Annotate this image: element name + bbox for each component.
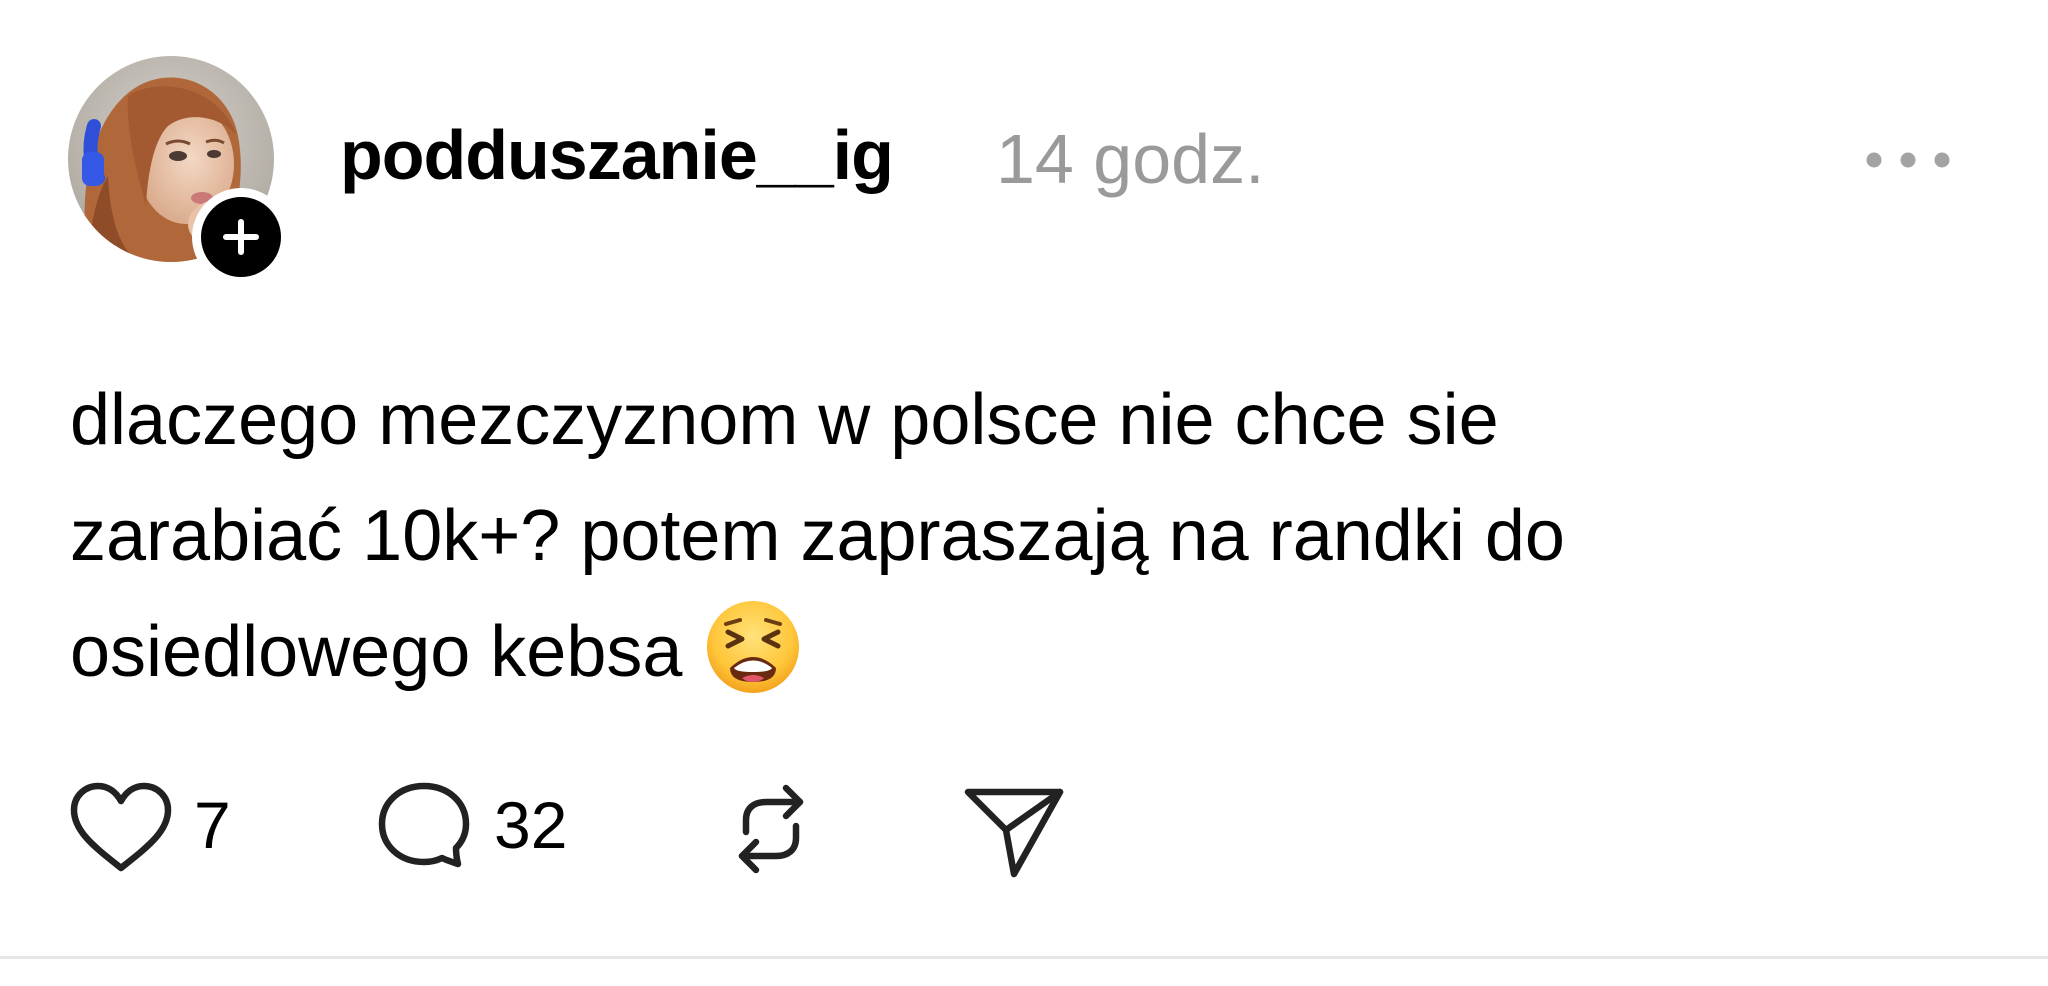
post-text-line-last: osiedlowego kebsa: [70, 594, 1850, 710]
tired-face-emoji-icon: [704, 598, 802, 696]
comment-bubble-icon: [378, 782, 470, 868]
follow-button[interactable]: [192, 188, 290, 286]
avatar-container[interactable]: [68, 56, 290, 286]
more-horizontal-icon: [1866, 152, 1950, 168]
post-text-line: zarabiać 10k+? potem zapraszają na randk…: [70, 496, 1565, 576]
repost-button[interactable]: [716, 776, 826, 886]
comment-button[interactable]: 32: [372, 776, 652, 886]
share-button[interactable]: [960, 776, 1070, 886]
plus-icon: [223, 219, 259, 255]
divider: [0, 956, 2048, 959]
like-button[interactable]: 7: [66, 776, 256, 886]
heart-icon: [70, 782, 172, 872]
post-text-line: dlaczego mezczyznom w polsce nie chce si…: [70, 380, 1499, 460]
thread-post: podduszanie__ig 14 godz. dlaczego mezczy…: [0, 0, 2048, 986]
post-timestamp[interactable]: 14 godz.: [996, 124, 1265, 194]
more-options-button[interactable]: [1862, 140, 1958, 180]
post-text-line: osiedlowego kebsa: [70, 612, 683, 692]
post-body: dlaczego mezczyznom w polsce nie chce si…: [70, 362, 1850, 710]
like-count: 7: [194, 788, 231, 862]
username[interactable]: podduszanie__ig: [340, 120, 894, 190]
repost-icon: [738, 784, 804, 874]
post-actions: 7 32: [66, 776, 1166, 886]
send-icon: [964, 788, 1064, 878]
tired-face-emoji: [707, 601, 800, 693]
comment-count: 32: [494, 788, 568, 862]
